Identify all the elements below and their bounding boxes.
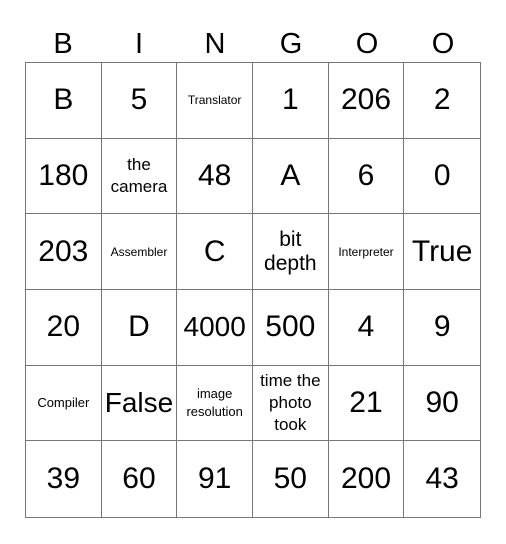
bingo-cell[interactable]: 6 — [328, 138, 405, 215]
bingo-cell[interactable]: bit depth — [252, 214, 329, 290]
bingo-cell[interactable]: the camera — [101, 138, 178, 215]
bingo-cell[interactable]: 5 — [101, 63, 178, 139]
bingo-cell[interactable]: 203 — [26, 214, 102, 290]
header-letter: O — [355, 27, 379, 60]
header-letter: G — [279, 27, 303, 60]
bingo-cell[interactable]: True — [404, 214, 480, 290]
bingo-cell[interactable]: 90 — [404, 366, 480, 442]
bingo-cell[interactable]: 20 — [26, 289, 102, 366]
bingo-board: B 5 Translator 1 206 2 180 the camera 48 A 6 0 203 As… — [25, 62, 481, 518]
bingo-cell[interactable]: 4 — [328, 289, 405, 366]
bingo-cell[interactable]: image resolution — [177, 365, 253, 442]
bingo-cell[interactable]: 43 — [404, 441, 480, 517]
bingo-cell[interactable]: D — [101, 289, 178, 366]
bingo-cell[interactable]: B — [26, 63, 102, 139]
bingo-cell[interactable]: 48 — [177, 138, 253, 215]
bingo-cell[interactable]: 9 — [404, 290, 480, 366]
header-letter: B — [53, 27, 73, 60]
bingo-cell[interactable]: 60 — [102, 441, 178, 517]
bingo-cell[interactable]: 4000 — [177, 289, 253, 366]
bingo-cell[interactable]: C — [177, 214, 253, 290]
bingo-cell[interactable]: 206 — [328, 63, 405, 139]
header-letter: N — [204, 27, 226, 60]
header-letter: O — [431, 27, 455, 60]
bingo-cell[interactable]: 1 — [252, 63, 329, 139]
bingo-cell[interactable]: time the photo took — [252, 365, 329, 442]
bingo-cell[interactable]: 2 — [404, 63, 480, 139]
bingo-cell[interactable]: 91 — [177, 441, 253, 517]
bingo-cell[interactable]: 0 — [404, 139, 480, 215]
bingo-cell[interactable]: Interpreter — [328, 214, 405, 290]
bingo-header: B I N G O O — [25, 26, 481, 62]
bingo-cell[interactable]: Assembler — [101, 214, 178, 290]
bingo-cell[interactable]: 50 — [253, 441, 329, 517]
bingo-cell[interactable]: False — [101, 365, 178, 442]
bingo-cell[interactable]: 180 — [26, 138, 102, 215]
header-letter: I — [134, 27, 144, 60]
bingo-cell[interactable]: 200 — [329, 441, 405, 517]
bingo-cell[interactable]: Translator — [177, 63, 253, 139]
bingo-cell[interactable]: Compiler — [26, 365, 102, 442]
bingo-cell[interactable]: 500 — [252, 289, 329, 366]
bingo-cell[interactable]: A — [252, 138, 329, 215]
bingo-cell[interactable]: 39 — [26, 441, 102, 517]
bingo-cell[interactable]: 21 — [328, 365, 405, 442]
